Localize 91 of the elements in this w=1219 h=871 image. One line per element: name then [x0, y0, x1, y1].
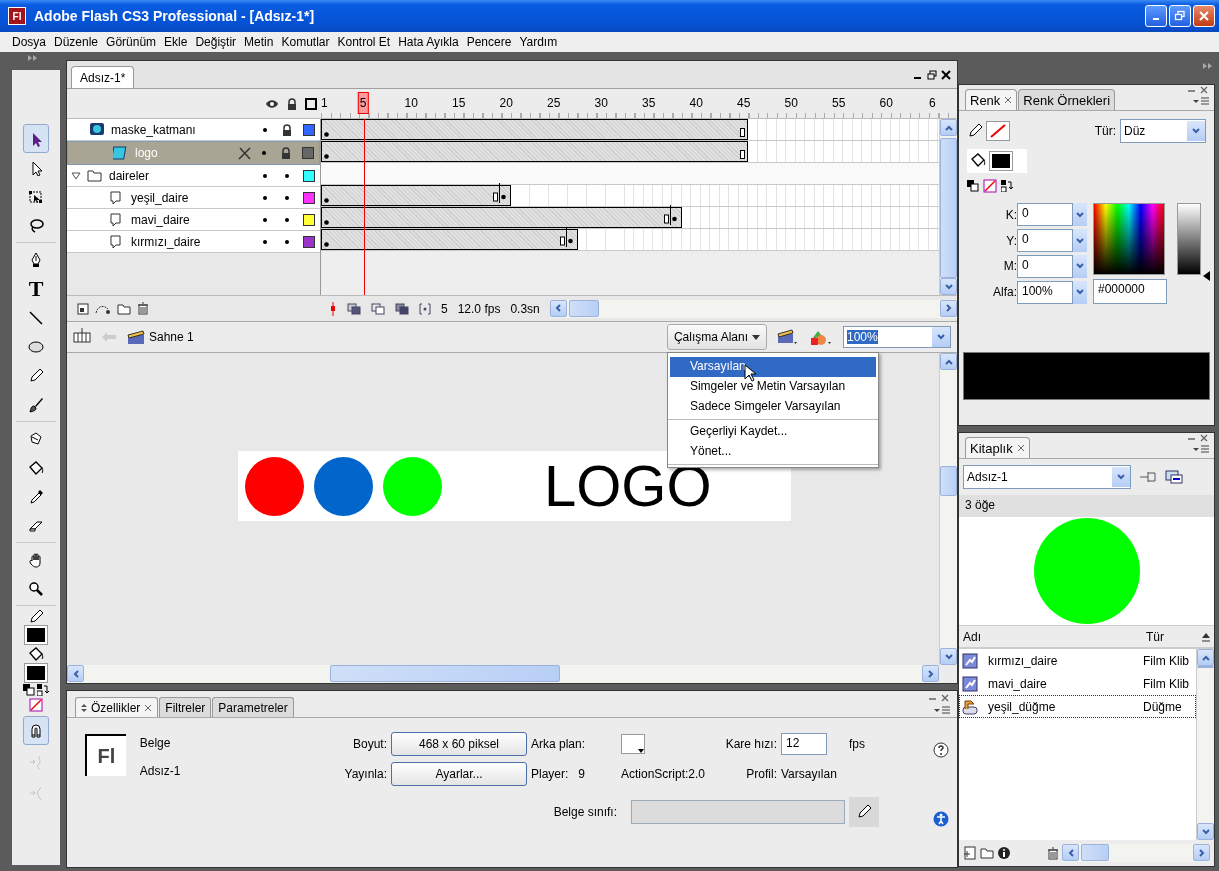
document-name: Adsız-1: [139, 764, 182, 778]
publish-label: Yayınla:: [343, 767, 387, 781]
document-class-label: Belge sınıfı:: [552, 805, 617, 819]
frame-number: 55: [832, 96, 846, 110]
frame-number: 15: [452, 96, 466, 110]
menu-item[interactable]: Simgeler ve Metin Varsayılan: [669, 377, 876, 397]
field-label: K:: [1004, 207, 1017, 222]
library-item[interactable]: mavi_daire Film Klib: [959, 672, 1196, 695]
layer-row[interactable]: yeşil_daire: [67, 187, 320, 209]
library-item[interactable]: yeşil_düğme Düğme: [959, 695, 1196, 718]
layer-name: yeşil_daire: [131, 190, 189, 205]
panel-tab[interactable]: Renk: [965, 89, 1018, 110]
zoom-field[interactable]: 100%: [843, 326, 951, 348]
frame-rate: 12.0 fps: [457, 301, 501, 316]
color-value-field[interactable]: 0: [1017, 229, 1073, 253]
frame-number: 35: [642, 96, 656, 110]
layer-row[interactable]: maske_katmanı: [67, 119, 320, 141]
color-value-field[interactable]: 100%: [1017, 280, 1073, 304]
layer-name: mavi_daire: [131, 212, 190, 227]
scene-name[interactable]: Sahne 1: [149, 330, 194, 344]
menu-item[interactable]: Pencere: [462, 35, 516, 49]
menu-item[interactable]: Değiştir: [191, 35, 241, 49]
type-select[interactable]: Düz: [1120, 119, 1206, 143]
layer-name: logo: [135, 146, 158, 160]
field-label: M:: [1002, 259, 1017, 274]
frame-number: 25: [547, 96, 561, 110]
menu-item[interactable]: Dosya: [8, 35, 50, 49]
frame-number: 6: [929, 96, 936, 110]
panel-tab[interactable]: Kitaplık: [965, 437, 1030, 458]
menu-item[interactable]: Geçerliyi Kaydet...: [669, 422, 876, 442]
document-type: Belge: [139, 736, 172, 750]
field-label: Alfa:: [992, 285, 1017, 300]
menu-item[interactable]: Ekle: [160, 35, 192, 49]
frame-number: 50: [784, 96, 798, 110]
layer-name: daireler: [109, 168, 150, 183]
player-version: 9: [578, 767, 586, 781]
library-item[interactable]: kırmızı_daire Film Klib: [959, 649, 1196, 672]
layer-row[interactable]: daireler: [67, 165, 320, 187]
frame-number: 40: [689, 96, 703, 110]
size-label: Boyut:: [351, 737, 387, 751]
item-count: 3 öğe: [959, 495, 1214, 517]
layer-name: kırmızı_daire: [131, 234, 201, 249]
menu-item[interactable]: Hata Ayıkla: [394, 35, 463, 49]
layer-name: maske_katmanı: [111, 122, 196, 137]
panel-tab[interactable]: Filtreler: [159, 697, 212, 717]
column-header[interactable]: Adı: [959, 629, 1146, 644]
frame-number: 20: [499, 96, 513, 110]
settings-button[interactable]: Ayarlar...: [391, 762, 527, 786]
hex-field[interactable]: #000000: [1093, 279, 1167, 304]
frame-number: 45: [737, 96, 751, 110]
menu-item[interactable]: Kontrol Et: [333, 35, 395, 49]
menu-item[interactable]: Metin: [240, 35, 278, 49]
frame-number: 10: [404, 96, 418, 110]
player-label: Player:: [531, 767, 569, 781]
color-value-field[interactable]: 0: [1017, 254, 1073, 278]
menu-item[interactable]: Varsayılan: [669, 357, 876, 377]
profile-value: Varsayılan: [781, 767, 838, 781]
size-button[interactable]: 468 x 60 piksel: [391, 732, 527, 756]
elapsed-time: 0.3sn: [510, 301, 540, 316]
panel-tab[interactable]: Renk Örnekleri: [1018, 89, 1116, 110]
frame-rate-label: Kare hızı:: [724, 737, 777, 751]
actionscript-version: ActionScript:2.0: [621, 767, 707, 781]
menu-item[interactable]: Düzenle: [50, 35, 103, 49]
profile-label: Profil:: [745, 767, 777, 781]
current-frame: 5: [441, 301, 448, 316]
frame-number: 30: [594, 96, 608, 110]
fps-label: fps: [849, 737, 866, 751]
layer-row[interactable]: kırmızı_daire: [67, 231, 320, 253]
document-tab[interactable]: Adsız-1*: [71, 66, 135, 88]
frame-rate-field[interactable]: 12: [781, 733, 827, 755]
frame-number: 60: [879, 96, 893, 110]
frame-number: 1: [321, 96, 328, 110]
playhead[interactable]: 5: [357, 92, 369, 114]
text-tool[interactable]: T: [23, 274, 49, 303]
field-label: Y:: [1005, 233, 1017, 248]
panel-tab[interactable]: Özellikler: [75, 697, 159, 717]
menu-item[interactable]: Komutlar: [277, 35, 334, 49]
document-icon: Fl: [85, 734, 126, 776]
panel-tab[interactable]: Parametreler: [212, 697, 294, 717]
window-title: Adobe Flash CS3 Professional - [Adsız-1*]: [34, 8, 316, 24]
workspace-button[interactable]: Çalışma Alanı: [666, 324, 767, 350]
menu-item[interactable]: Görünüm: [102, 35, 161, 49]
column-header[interactable]: Tür: [1146, 629, 1198, 644]
app-icon: Fl: [8, 7, 26, 25]
color-value-field[interactable]: 0: [1017, 203, 1073, 227]
type-label: Tür:: [1094, 124, 1116, 138]
layer-row[interactable]: mavi_daire: [67, 209, 320, 231]
menu-item[interactable]: Sadece Simgeler Varsayılan: [669, 397, 876, 417]
document-select[interactable]: Adsız-1: [963, 465, 1131, 489]
menu-item[interactable]: Yardım: [515, 35, 562, 49]
background-label: Arka plan:: [531, 737, 587, 751]
